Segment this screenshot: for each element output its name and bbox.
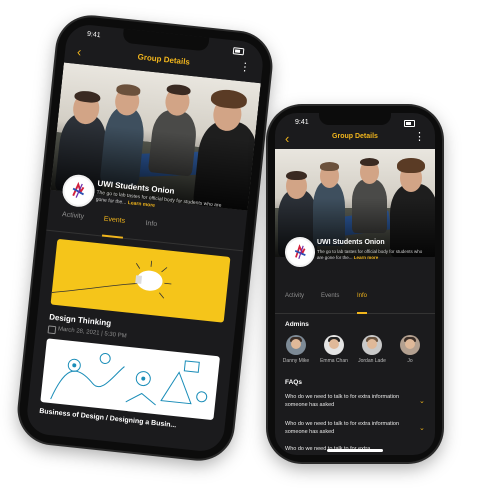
admin-name: Jo — [407, 358, 413, 364]
admin-avatar-item[interactable]: Danny Mike — [281, 335, 311, 364]
chevron-down-icon[interactable]: ⌄ — [419, 424, 425, 432]
lightbulb-illustration — [51, 260, 172, 299]
page-title: Group Details — [332, 133, 378, 140]
group-logo — [285, 237, 315, 267]
tab-activity[interactable]: Activity — [60, 211, 85, 232]
group-name: UWI Students Onion — [317, 239, 385, 246]
tab-bar: Activity Events Info — [275, 293, 435, 314]
calendar-icon — [47, 325, 57, 335]
more-options-button[interactable]: ⋮ — [239, 61, 251, 74]
admin-name: Jordan Lade — [358, 358, 386, 364]
chevron-down-icon[interactable]: ⌄ — [419, 397, 425, 405]
admins-heading: Admins — [285, 321, 309, 328]
group-description: The go to lab tastes for official body f… — [317, 249, 425, 261]
right-phone: 9:41 ‹ Group Details ⋮ UWI Students Onio… — [268, 106, 442, 462]
admin-name: Danny Mike — [282, 358, 310, 364]
notch — [319, 113, 391, 125]
avatar — [324, 335, 344, 355]
admin-avatar-item[interactable]: Jo — [395, 335, 425, 364]
tab-events[interactable]: Events — [321, 293, 339, 312]
right-phone-screen: 9:41 ‹ Group Details ⋮ UWI Students Onio… — [275, 113, 435, 455]
battery-icon — [220, 46, 245, 56]
event-card-image[interactable] — [50, 238, 231, 323]
faq-question[interactable]: Who do we need to talk to for extra info… — [285, 421, 403, 437]
left-phone: 9:41 ‹ Group Details ⋮ UWI Students Onio… — [16, 13, 274, 463]
learn-more-link[interactable]: Learn more — [354, 255, 379, 260]
faq-question[interactable]: Who do we need to talk to for extra info… — [285, 394, 403, 410]
tab-info[interactable]: Info — [144, 220, 157, 240]
avatar — [362, 335, 382, 355]
more-options-button[interactable]: ⋮ — [414, 131, 425, 143]
battery-icon — [391, 120, 415, 127]
admin-avatar-item[interactable]: Jordan Lade — [357, 335, 387, 364]
event-date: March 28, 2021 | 5:30 PM — [57, 326, 127, 340]
business-design-illustration — [50, 352, 208, 406]
admin-avatar-item[interactable]: Emma Chan — [319, 335, 349, 364]
event-card-image[interactable] — [40, 338, 221, 421]
avatar — [286, 335, 306, 355]
admin-name: Emma Chan — [320, 358, 348, 364]
tab-info[interactable]: Info — [357, 293, 368, 314]
home-indicator — [327, 449, 383, 452]
tab-events[interactable]: Events — [101, 215, 126, 239]
left-phone-screen: 9:41 ‹ Group Details ⋮ UWI Students Onio… — [25, 22, 265, 454]
status-time: 9:41 — [86, 30, 101, 40]
faqs-heading: FAQs — [285, 379, 302, 386]
avatar — [400, 335, 420, 355]
tab-activity[interactable]: Activity — [285, 293, 304, 312]
status-time: 9:41 — [295, 119, 309, 126]
header: ‹ Group Details ⋮ — [275, 129, 435, 149]
